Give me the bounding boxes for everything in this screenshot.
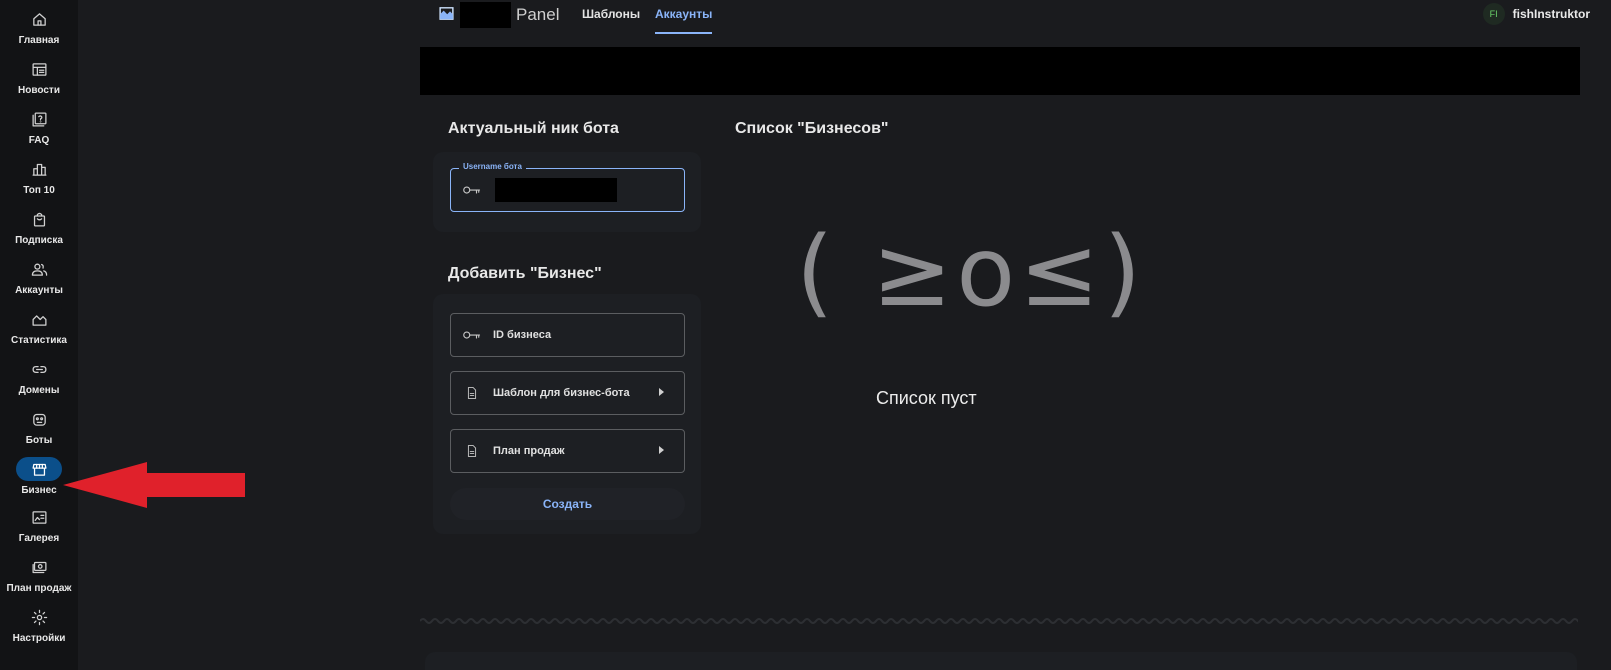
caret-right-icon <box>659 388 664 396</box>
avatar: FI <box>1482 3 1505 25</box>
sidebar-item-gallery[interactable]: Галерея <box>0 502 78 552</box>
sidebar-item-news[interactable]: Новости <box>0 54 78 104</box>
sidebar-item-label: Настройки <box>12 633 66 644</box>
caret-right-icon <box>659 446 664 454</box>
sidebar-item-label: План продаж <box>6 583 72 594</box>
gallery-icon <box>16 505 62 529</box>
bottom-card <box>425 652 1577 670</box>
top-bar: Panel Шаблоны Аккаунты FI fishInstruktor <box>420 0 1600 44</box>
user-name: fishInstruktor <box>1512 7 1590 21</box>
sidebar-item-bots[interactable]: Боты <box>0 404 78 454</box>
sidebar-item-label: Статистика <box>11 335 67 346</box>
sidebar-item-label: Подписка <box>15 235 63 246</box>
sidebar-item-label: Главная <box>18 35 60 46</box>
brand-text: Panel <box>516 5 560 24</box>
template-select[interactable]: Шаблон для бизнес-бота <box>450 371 685 415</box>
sidebar-item-subscription[interactable]: Подписка <box>0 204 78 254</box>
bot-username-legend: Username бота <box>459 162 526 171</box>
gear-icon <box>16 605 62 629</box>
sidebar-item-domains[interactable]: Домены <box>0 354 78 404</box>
bot-username-field[interactable]: Username бота <box>450 162 685 212</box>
banner-redacted <box>420 47 1580 95</box>
sidebar-item-label: Топ 10 <box>23 185 55 196</box>
sidebar-item-label: Галерея <box>18 533 60 544</box>
bot-username-value-redacted <box>495 178 617 202</box>
users-icon <box>16 257 62 281</box>
wave-divider <box>420 618 1578 624</box>
shopping-bag-icon <box>16 207 62 231</box>
sidebar-item-sales-plan[interactable]: План продаж <box>0 552 78 602</box>
sidebar-item-faq[interactable]: FAQ <box>0 104 78 154</box>
empty-state-text: Список пуст <box>876 388 977 408</box>
key-icon <box>463 186 481 194</box>
brand-name-redacted <box>460 2 511 28</box>
bot-section-title: Актуальный ник бота <box>448 120 619 137</box>
sidebar-item-top10[interactable]: Топ 10 <box>0 154 78 204</box>
sidebar-item-label: FAQ <box>28 135 50 146</box>
business-id-field[interactable]: ID бизнеса <box>450 313 685 357</box>
business-form-title: Добавить "Бизнес" <box>448 265 602 282</box>
sidebar-item-label: Новости <box>18 85 60 96</box>
sales-plan-select-label: План продаж <box>493 445 565 457</box>
tab-templates[interactable]: Шаблоны <box>582 7 640 34</box>
document-icon <box>467 445 477 457</box>
bar-chart-icon <box>16 157 62 181</box>
business-list-title: Список "Бизнесов" <box>735 120 889 137</box>
red-arrow-annotation <box>63 462 245 508</box>
sidebar-item-accounts[interactable]: Аккаунты <box>0 254 78 304</box>
sidebar-item-home[interactable]: Главная <box>0 4 78 54</box>
sidebar-item-label: Боты <box>25 435 53 446</box>
news-icon <box>16 57 62 81</box>
storefront-icon <box>16 457 62 481</box>
sidebar-item-label: Бизнес <box>21 485 57 496</box>
sales-plan-select[interactable]: План продаж <box>450 429 685 473</box>
create-button[interactable]: Создать <box>450 488 685 520</box>
faq-icon <box>16 107 62 131</box>
empty-state-kaomoji: ( ≥o≤) <box>796 216 1146 328</box>
brand-logo-icon <box>439 7 454 20</box>
sidebar-item-statistics[interactable]: Статистика <box>0 304 78 354</box>
sidebar-item-label: Аккаунты <box>15 285 63 296</box>
tab-accounts[interactable]: Аккаунты <box>655 7 713 34</box>
bot-icon <box>16 407 62 431</box>
document-icon <box>467 387 477 399</box>
money-icon <box>16 555 62 579</box>
link-icon <box>16 357 62 381</box>
sidebar-item-settings[interactable]: Настройки <box>0 602 78 652</box>
business-id-placeholder: ID бизнеса <box>493 329 552 341</box>
key-icon <box>463 331 481 339</box>
sidebar-item-label: Домены <box>18 385 60 396</box>
user-menu[interactable]: FI fishInstruktor <box>1482 3 1590 25</box>
template-select-label: Шаблон для бизнес-бота <box>493 387 630 399</box>
home-icon <box>16 7 62 31</box>
sidebar: Главная Новости FAQ Топ 10 Подписка Акка… <box>0 0 78 670</box>
area-chart-icon <box>16 307 62 331</box>
